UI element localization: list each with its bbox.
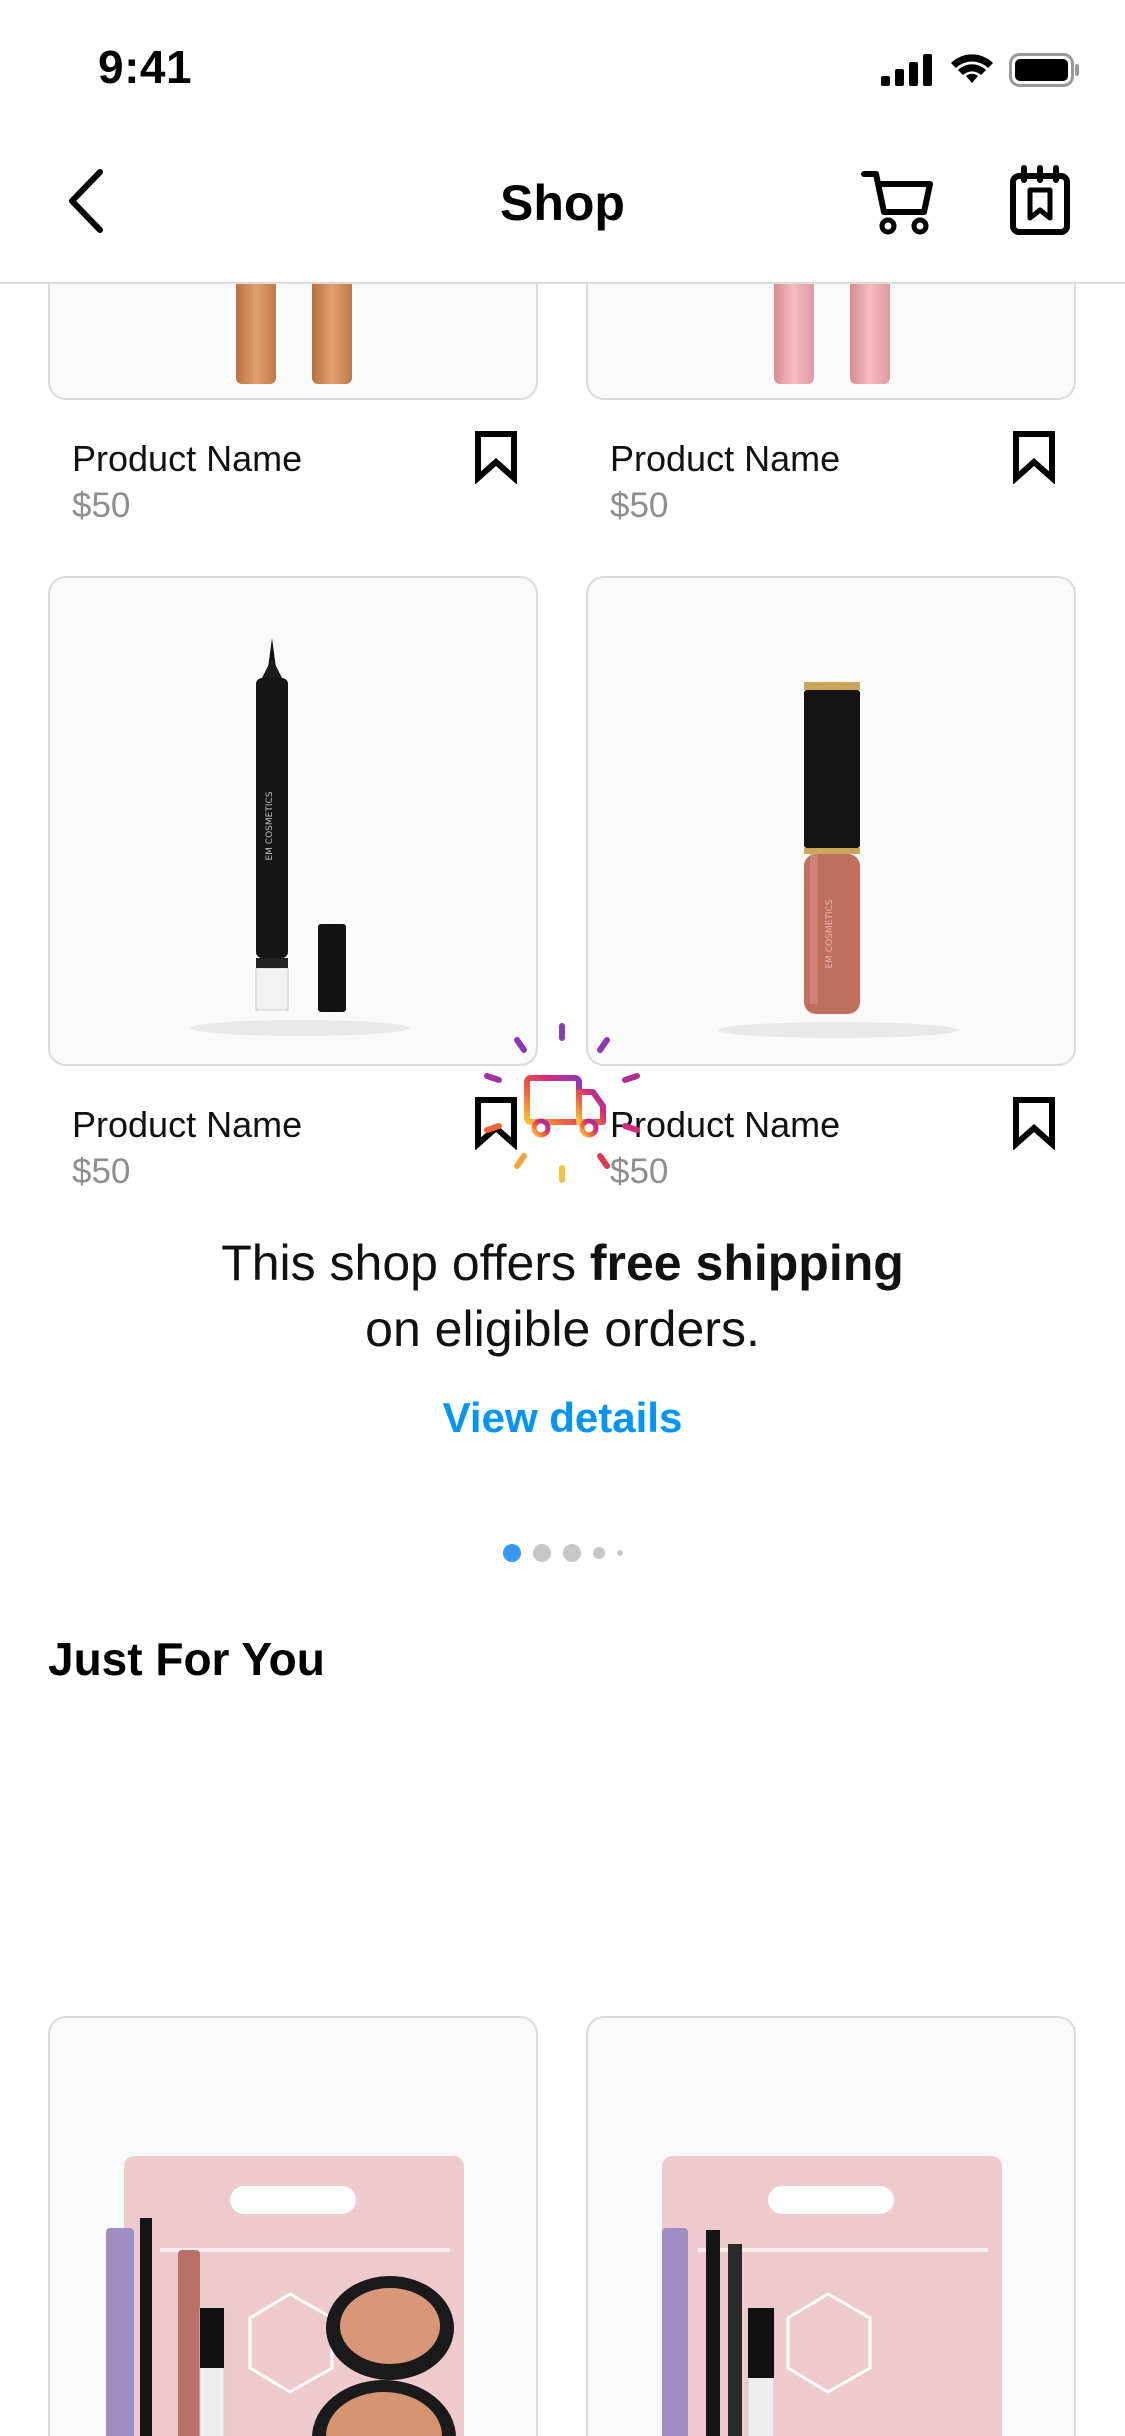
nav-bar: Shop — [0, 132, 1125, 284]
product-image-eyeliner-pen[interactable]: EM COSMETICS — [48, 576, 538, 1066]
product-image-lip-gloss[interactable]: EM COSMETICS — [586, 576, 1076, 1066]
product-image-makeup-kit[interactable] — [48, 2016, 538, 2436]
promo-text-bold: free shipping — [589, 1235, 904, 1291]
saved-button[interactable] — [1000, 160, 1080, 240]
pagination-dots[interactable] — [0, 1544, 1125, 1562]
page-dot[interactable] — [562, 1544, 581, 1562]
product-price: $50 — [72, 1152, 131, 1191]
product-price: $50 — [610, 486, 669, 525]
product-price: $50 — [72, 486, 131, 525]
lip-gloss-illustration: EM COSMETICS — [718, 682, 958, 1038]
status-icons — [881, 52, 1081, 88]
page-title: Shop — [500, 175, 625, 231]
bookmark-icon[interactable] — [1006, 428, 1062, 484]
wifi-icon — [951, 54, 993, 83]
makeup-kit-illustration — [662, 2156, 1002, 2436]
delivery-truck-icon — [484, 1023, 640, 1183]
product-image-lipstick-orange[interactable] — [48, 284, 538, 400]
product-card[interactable]: EM COSMETICS Product Name $50 — [586, 576, 1076, 1191]
free-shipping-text: This shop offers free shipping on eligib… — [0, 1230, 1125, 1362]
product-name[interactable]: Product Name — [72, 438, 302, 480]
saved-collection-icon — [1010, 165, 1070, 235]
page-dot[interactable] — [532, 1544, 551, 1562]
product-name[interactable]: Product Name — [72, 1104, 302, 1146]
recommended-card[interactable] — [48, 2016, 538, 2436]
product-image-makeup-kit[interactable] — [586, 2016, 1076, 2436]
promo-text-before: This shop offers — [221, 1235, 590, 1291]
recommended-card[interactable] — [586, 2016, 1076, 2436]
page-dot[interactable] — [616, 1550, 623, 1556]
product-card[interactable]: Product Name $50 — [586, 284, 1076, 525]
promo-text-after: on eligible orders. — [365, 1301, 760, 1357]
status-bar: 9:41 — [0, 0, 1125, 132]
status-time: 9:41 — [98, 41, 193, 93]
bookmark-icon[interactable] — [1006, 1094, 1062, 1150]
eyeliner-illustration: EM COSMETICS — [190, 638, 410, 1036]
shop-content: Product Name $50 Product Name $50 EM COS… — [0, 284, 1125, 2436]
cart-icon — [861, 171, 933, 235]
svg-text:EM COSMETICS: EM COSMETICS — [265, 791, 275, 860]
battery-icon — [1009, 53, 1079, 87]
makeup-kit-illustration — [106, 2156, 464, 2436]
svg-text:EM COSMETICS: EM COSMETICS — [825, 899, 835, 968]
product-card[interactable]: EM COSMETICS Product Name $50 — [48, 576, 538, 1191]
view-details-link[interactable]: View details — [0, 1394, 1125, 1442]
product-image-lipstick-pink[interactable] — [586, 284, 1076, 400]
product-name[interactable]: Product Name — [610, 438, 840, 480]
signal-icon — [881, 54, 932, 86]
page-dot-active[interactable] — [502, 1544, 521, 1562]
bookmark-icon[interactable] — [468, 428, 524, 484]
cart-button[interactable] — [858, 160, 938, 240]
page-dot[interactable] — [592, 1547, 605, 1559]
product-card[interactable]: Product Name $50 — [48, 284, 538, 525]
section-title-just-for-you: Just For You — [48, 1633, 325, 1685]
